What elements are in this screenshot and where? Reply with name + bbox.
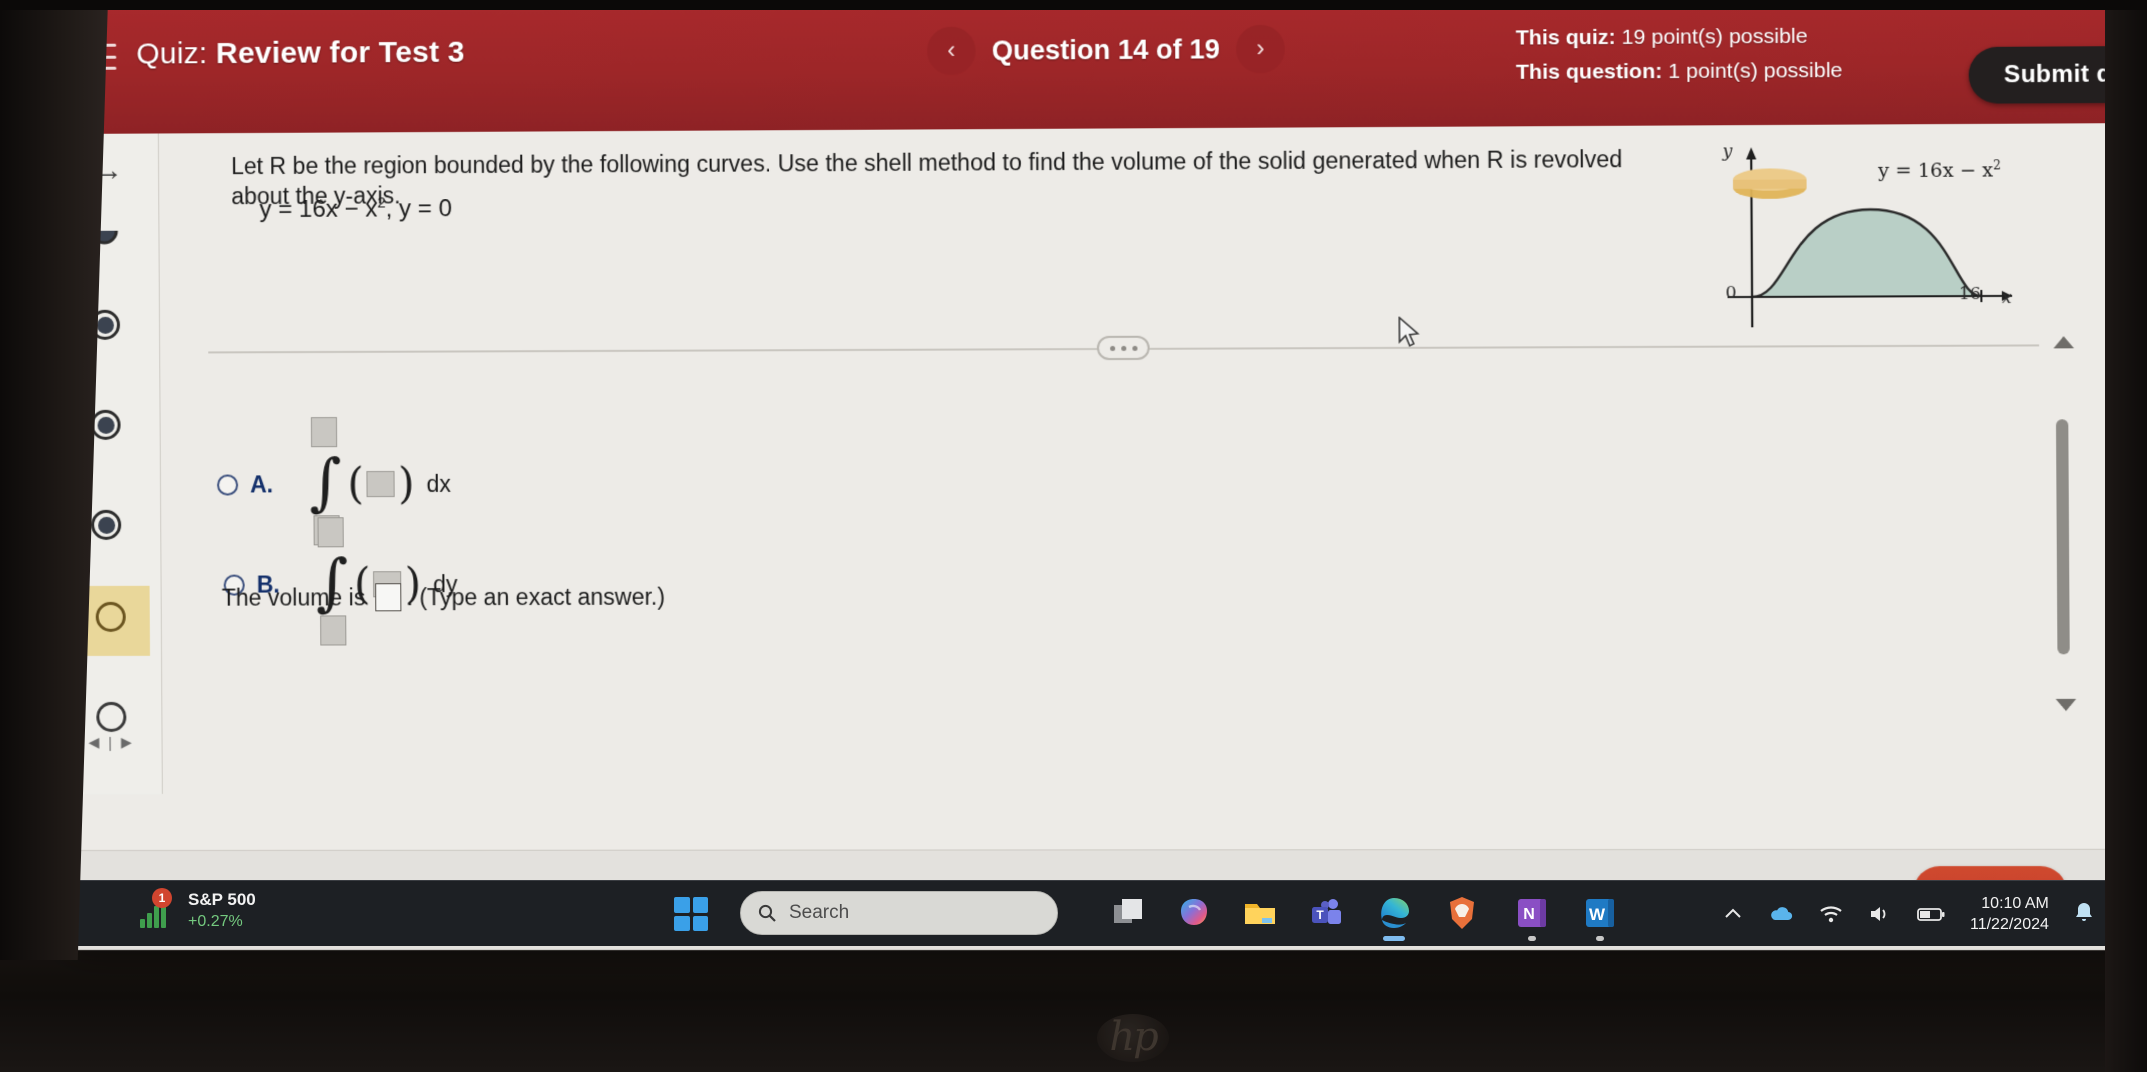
stock-chart-icon: 1 xyxy=(140,888,178,930)
tool-nav-next[interactable]: ▶ xyxy=(121,734,132,751)
figure-curve-label: y = 16x − x2 xyxy=(1878,158,2001,182)
stock-widget[interactable]: 1 S&P 500 +0.27% xyxy=(140,888,256,933)
radio-option-a[interactable] xyxy=(216,473,239,496)
svg-text:W: W xyxy=(1589,905,1606,924)
clock-time: 10:10 AM xyxy=(1981,895,2049,912)
hp-logo: hp xyxy=(1097,1014,1169,1062)
stock-change: +0.27% xyxy=(188,913,243,930)
option-a-letter: A. xyxy=(250,470,274,497)
stock-badge: 1 xyxy=(152,888,172,908)
laptop-bezel-bottom xyxy=(0,946,2147,1072)
next-question-button[interactable]: › xyxy=(1236,24,1286,74)
bell-icon[interactable] xyxy=(2073,900,2095,929)
option-a-right-paren: ) xyxy=(397,458,415,509)
question-equation: y = 16x − x2, y = 0 xyxy=(259,194,452,224)
volume-input[interactable] xyxy=(375,583,402,612)
task-view-icon[interactable] xyxy=(1108,893,1148,933)
question-points-label: This question: xyxy=(1515,59,1663,84)
figure-curve-label-main: y = 16x − x xyxy=(1878,159,1994,183)
search-input[interactable]: Search xyxy=(740,891,1058,935)
edge-icon[interactable] xyxy=(1374,893,1414,941)
points-summary: This quiz: 19 point(s) possible This que… xyxy=(1516,19,1843,90)
wifi-icon[interactable] xyxy=(1818,903,1844,925)
page-title: Quiz: Review for Test 3 xyxy=(136,36,465,72)
option-a-integrand-box[interactable] xyxy=(366,470,396,498)
stock-name: S&P 500 xyxy=(188,890,256,909)
quiz-points-row: This quiz: 19 point(s) possible xyxy=(1516,19,1843,55)
system-tray: 10:10 AM 11/22/2024 xyxy=(1722,881,2095,947)
tool-strip-nav: ◀ | ▶ xyxy=(88,734,131,751)
content-scroll-down-icon[interactable] xyxy=(2055,698,2077,712)
quiz-points-label: This quiz: xyxy=(1515,25,1616,50)
brave-icon[interactable] xyxy=(1442,893,1482,933)
prev-question-button[interactable]: ‹ xyxy=(926,26,976,76)
figure-y-axis-label: y xyxy=(1722,141,1733,162)
stock-text: S&P 500 +0.27% xyxy=(188,889,256,933)
volume-answer-row: The volume is . (Type an exact answer.) xyxy=(222,583,665,612)
quiz-body: |→ ◀ | ▶ Let R be the region bounded by … xyxy=(62,123,2147,951)
quiz-name: Review for Test 3 xyxy=(215,35,465,71)
equation-tail: , y = 0 xyxy=(385,195,453,223)
onedrive-icon[interactable] xyxy=(1768,903,1794,925)
tool-nav-prev[interactable]: ◀ xyxy=(88,734,99,751)
option-b-lower-limit-box[interactable] xyxy=(320,615,347,646)
question-content: Let R be the region bounded by the follo… xyxy=(158,123,2070,894)
teams-icon[interactable]: T xyxy=(1306,893,1346,933)
volume-prefix: The volume is xyxy=(221,583,366,611)
quiz-header: Quiz: Review for Test 3 ‹ Question 14 of… xyxy=(62,0,2147,134)
content-scroll-up-icon[interactable] xyxy=(2053,336,2075,349)
marker-highlighted-icon[interactable] xyxy=(88,594,134,640)
quiz-label: Quiz: xyxy=(136,37,208,71)
question-points-row: This question: 1 point(s) possible xyxy=(1516,54,1843,90)
battery-icon[interactable] xyxy=(1916,904,1946,924)
file-explorer-icon[interactable] xyxy=(1240,893,1280,933)
volume-suffix: . (Type an exact answer.) xyxy=(406,583,666,610)
speaker-icon[interactable] xyxy=(1868,903,1892,925)
figure-x-tick-label: 16 xyxy=(1958,283,1982,305)
svg-text:N: N xyxy=(1523,906,1535,923)
option-a-upper-limit-box[interactable] xyxy=(310,417,338,448)
equation-exponent: 2 xyxy=(377,194,386,212)
word-icon[interactable]: W xyxy=(1580,893,1620,941)
figure-curve-label-exp: 2 xyxy=(1993,158,2002,173)
clock-date: 11/22/2024 xyxy=(1970,916,2049,933)
option-a-differential: dx xyxy=(426,470,452,497)
question-counter: Question 14 of 19 xyxy=(991,33,1221,66)
equation-main: y = 16x − x xyxy=(259,195,378,224)
laptop-screen: Quiz: Review for Test 3 ‹ Question 14 of… xyxy=(62,0,2147,951)
figure-origin-label: 0 xyxy=(1725,282,1737,304)
question-points-value: 1 point(s) possible xyxy=(1668,58,1843,84)
onenote-running-indicator xyxy=(1528,936,1536,941)
divider-more-button[interactable] xyxy=(1096,335,1150,361)
word-running-indicator xyxy=(1596,936,1604,941)
windows-taskbar: 1 S&P 500 +0.27% Search T N W 10:10 AM 1… xyxy=(62,880,2114,946)
search-icon xyxy=(758,904,776,922)
copilot-icon[interactable] xyxy=(1174,893,1214,933)
option-a-left-paren: ( xyxy=(347,459,365,509)
content-scrollbar-thumb[interactable] xyxy=(2055,419,2070,655)
question-figure: y x 0 16 y = 16x − x2 xyxy=(1716,134,2024,338)
integral-sign-icon: ∫ xyxy=(309,445,342,519)
laptop-bezel-right xyxy=(2105,0,2147,1072)
laptop-bezel-top xyxy=(0,0,2147,10)
laptop-photo: hp Quiz: Review for Test 3 ‹ Question 14… xyxy=(0,0,2147,1072)
svg-text:T: T xyxy=(1316,908,1324,922)
quiz-points-value: 19 point(s) possible xyxy=(1621,24,1808,50)
search-placeholder: Search xyxy=(789,902,850,923)
tool-nav-separator: | xyxy=(108,734,112,751)
windows-start-icon[interactable] xyxy=(674,897,708,931)
option-b-upper-limit-box[interactable] xyxy=(317,517,344,548)
figure-x-axis-label: x xyxy=(2001,287,2012,309)
clock[interactable]: 10:10 AM 11/22/2024 xyxy=(1970,893,2049,935)
onenote-icon[interactable]: N xyxy=(1512,893,1552,941)
question-navigation: ‹ Question 14 of 19 › xyxy=(926,24,1286,76)
chevron-up-icon[interactable] xyxy=(1722,903,1744,925)
edge-running-indicator xyxy=(1383,936,1405,941)
